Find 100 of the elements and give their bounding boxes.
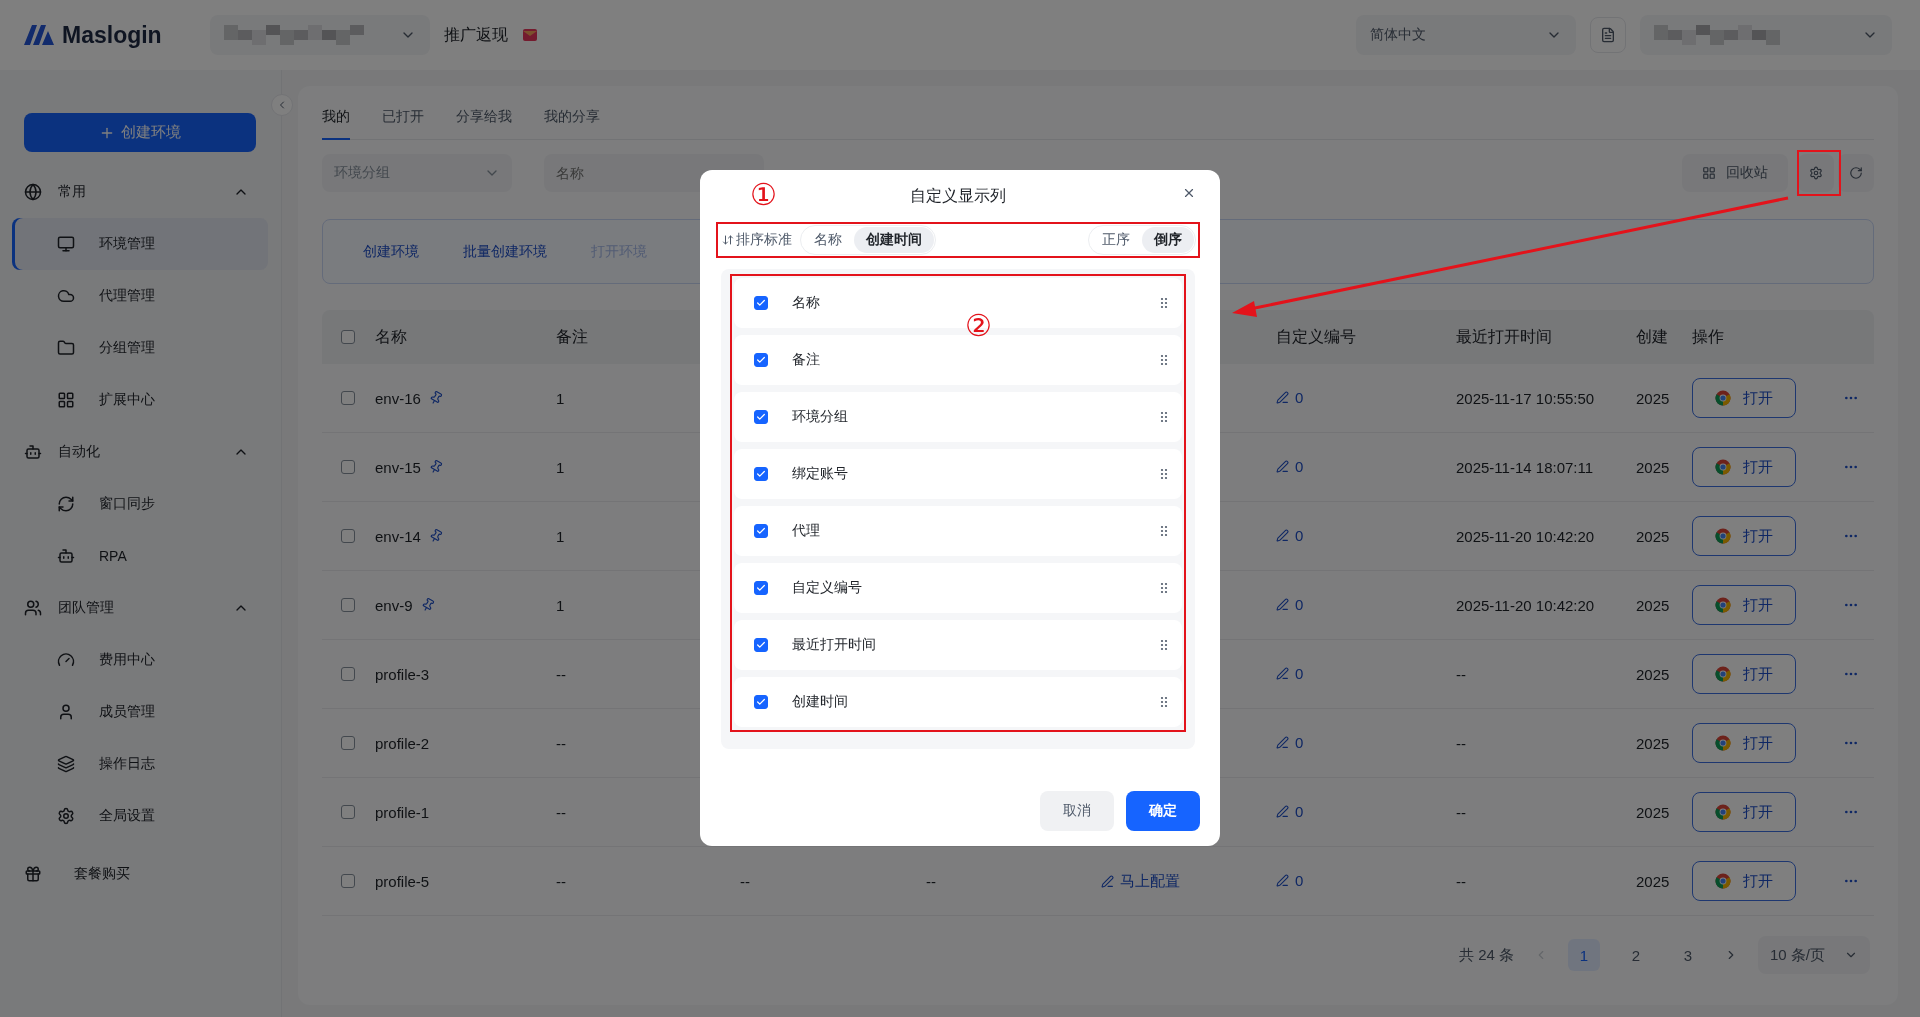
sidebar-item[interactable]: 操作日志 [12,738,268,790]
column-option[interactable]: 最近打开时间 [734,620,1182,670]
drag-handle-icon[interactable] [1160,525,1168,537]
tab[interactable]: 分享给我 [456,108,512,140]
open-button[interactable]: 打开 [1692,861,1796,901]
action-link[interactable]: 批量创建环境 [463,242,547,261]
pencil-icon [1276,667,1289,680]
page-button[interactable]: 3 [1672,939,1704,971]
promo-link[interactable]: 推广返现 [444,24,508,46]
drag-handle-icon[interactable] [1160,696,1168,708]
sidebar-item[interactable]: 扩展中心 [12,374,268,426]
column-option[interactable]: 创建时间 [734,677,1182,727]
segment-option[interactable]: 倒序 [1142,227,1194,253]
tab[interactable]: 我的分享 [544,108,600,140]
page-button[interactable]: 1 [1568,939,1600,971]
check-icon [756,640,766,650]
table-cell: -- [1456,665,1466,683]
edit-number-link[interactable]: 0 [1276,527,1304,544]
sidebar-item[interactable]: RPA [12,530,268,582]
table-cell: 2025-11-20 10:42:20 [1456,596,1595,614]
create-environment-button[interactable]: 创建环境 [24,113,256,152]
open-button[interactable]: 打开 [1692,792,1796,832]
drag-handle-icon[interactable] [1160,354,1168,366]
checkbox[interactable] [754,581,768,595]
checkbox[interactable] [341,874,355,888]
sidebar-item[interactable]: 成员管理 [12,686,268,738]
action-link[interactable]: 创建环境 [363,242,419,261]
sidebar-item[interactable]: 套餐购买 [12,848,268,900]
sidebar-group[interactable]: 自动化 [12,426,269,478]
checkbox[interactable] [754,296,768,310]
cancel-button[interactable]: 取消 [1040,791,1114,831]
column-option[interactable]: 环境分组 [734,392,1182,442]
grid-icon [1702,166,1716,180]
checkbox[interactable] [341,736,355,750]
checkbox[interactable] [341,805,355,819]
open-button[interactable]: 打开 [1692,585,1796,625]
segment-option[interactable]: 正序 [1090,227,1142,253]
edit-number-link[interactable]: 0 [1276,734,1304,751]
document-button[interactable] [1590,17,1626,53]
checkbox[interactable] [341,330,355,344]
sidebar-item[interactable]: 分组管理 [12,322,268,374]
pencil-icon [1276,805,1289,818]
configure-link[interactable]: 马上配置 [1101,871,1180,891]
checkbox[interactable] [341,391,355,405]
edit-number-link[interactable]: 0 [1276,458,1304,475]
sidebar-item[interactable]: 代理管理 [12,270,268,322]
sidebar-item[interactable]: 全局设置 [12,790,268,842]
sidebar-item[interactable]: 环境管理 [12,218,268,270]
table-cell: 2025-11-17 10:55:50 [1456,389,1595,407]
edit-number-link[interactable]: 0 [1276,596,1304,613]
pencil-icon [1276,529,1289,542]
edit-number-link[interactable]: 0 [1276,872,1304,889]
open-button[interactable]: 打开 [1692,378,1796,418]
browser-icon [1715,459,1731,475]
column-header: 自定义编号 [1276,326,1357,347]
drag-handle-icon[interactable] [1160,411,1168,423]
tab[interactable]: 已打开 [382,108,424,140]
open-button[interactable]: 打开 [1692,723,1796,763]
checkbox[interactable] [341,460,355,474]
open-button[interactable]: 打开 [1692,447,1796,487]
language-select[interactable]: 简体中文 [1356,15,1576,55]
browser-icon [1715,597,1731,613]
drag-handle-icon[interactable] [1160,468,1168,480]
recycle-bin-button[interactable]: 回收站 [1682,154,1788,192]
drag-handle-icon[interactable] [1160,639,1168,651]
segment-option[interactable]: 创建时间 [854,227,934,253]
column-option[interactable]: 自定义编号 [734,563,1182,613]
browser-icon [1715,873,1731,889]
open-button[interactable]: 打开 [1692,516,1796,556]
edit-number-link[interactable]: 0 [1276,665,1304,682]
sidebar-group[interactable]: 团队管理 [12,582,269,634]
edit-number-link[interactable]: 0 [1276,389,1304,406]
checkbox[interactable] [341,667,355,681]
refresh-button[interactable] [1838,154,1874,192]
checkbox[interactable] [754,638,768,652]
column-option[interactable]: 绑定账号 [734,449,1182,499]
checkbox[interactable] [754,695,768,709]
settings-button[interactable] [1798,154,1834,192]
checkbox[interactable] [341,598,355,612]
edit-number-link[interactable]: 0 [1276,803,1304,820]
page-size-select[interactable]: 10 条/页 [1758,936,1870,974]
segment-option[interactable]: 名称 [802,227,854,253]
checkbox[interactable] [754,524,768,538]
sidebar-item[interactable]: 费用中心 [12,634,268,686]
page-button[interactable]: 2 [1620,939,1652,971]
checkbox[interactable] [754,353,768,367]
sidebar-item[interactable]: 窗口同步 [12,478,268,530]
checkbox[interactable] [754,410,768,424]
confirm-button[interactable]: 确定 [1126,791,1200,831]
sidebar-group[interactable]: 常用 [12,166,269,218]
column-option[interactable]: 代理 [734,506,1182,556]
checkbox[interactable] [341,529,355,543]
drag-handle-icon[interactable] [1160,297,1168,309]
close-button[interactable] [1182,186,1196,200]
check-icon [756,469,766,479]
tab[interactable]: 我的 [322,108,350,140]
collapse-button[interactable] [271,94,293,116]
drag-handle-icon[interactable] [1160,582,1168,594]
checkbox[interactable] [754,467,768,481]
open-button[interactable]: 打开 [1692,654,1796,694]
